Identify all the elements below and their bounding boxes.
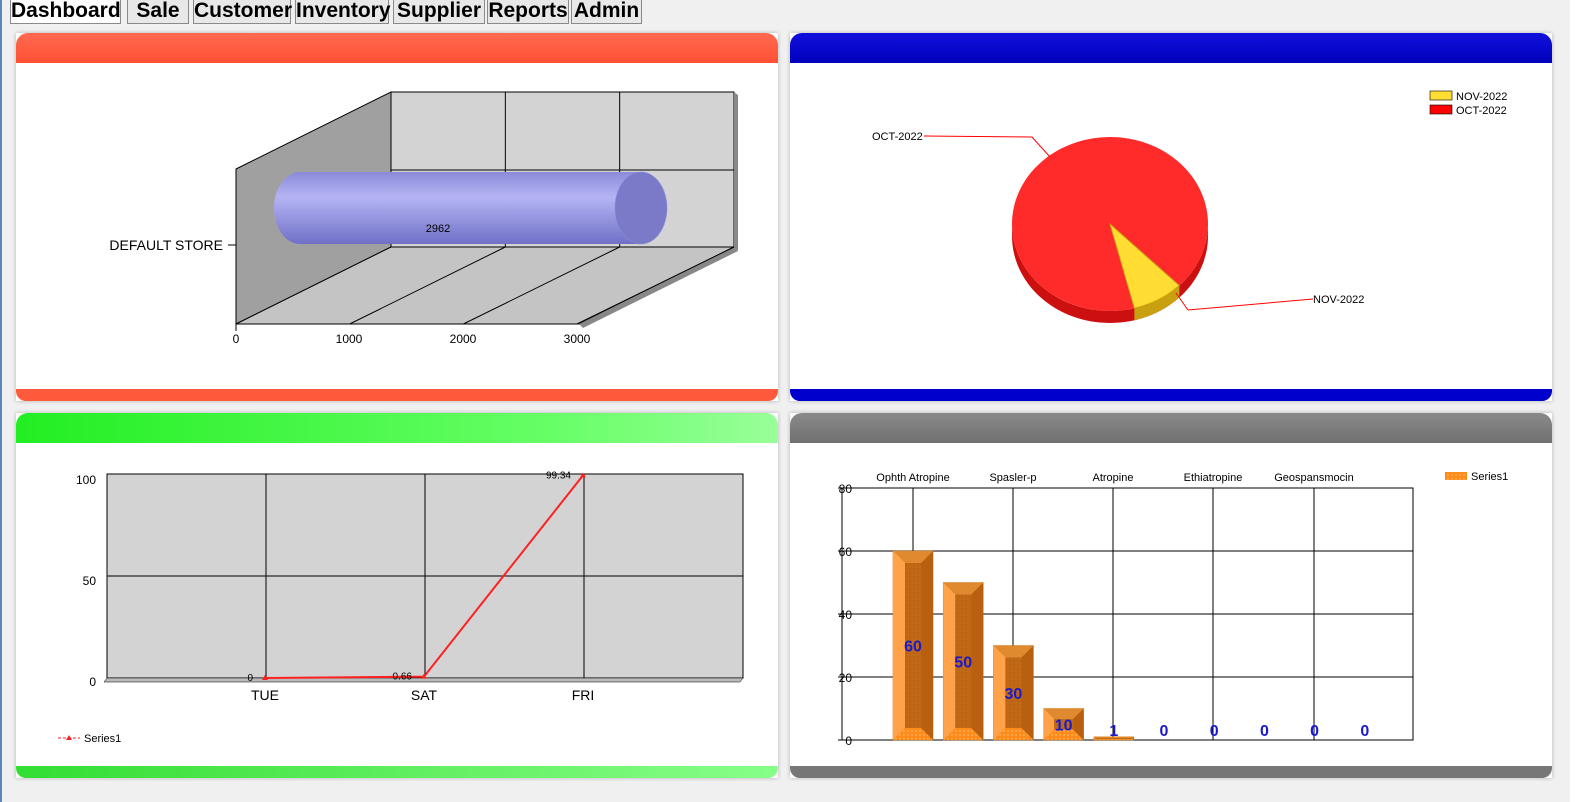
legend-label: NOV-2022 [1456,91,1507,103]
x-tick-label: TUE [251,687,279,703]
legend-label: Series1 [84,733,121,745]
bar-bevel-right [921,551,933,740]
y-tick-label: 20 [839,671,853,685]
tab-customer[interactable]: Customer [193,0,292,24]
tab-reports[interactable]: Reports [487,0,569,24]
slice-label: OCT-2022 [872,131,923,143]
legend-swatch [1429,90,1453,101]
monthly-sales-panel: NOV-2022 OCT-2022 OCT-2022 NOV-2022 [790,33,1552,401]
y-tick-label: 80 [839,482,853,496]
legend-swatch [1445,472,1467,480]
y-tick-label: 0 [89,675,96,689]
data-label: 0 [1210,723,1219,740]
legend-label: OCT-2022 [1456,105,1507,117]
top-products-panel: 60 50 30 10 1 0 0 0 0 0 80 60 40 20 0 Ophth Atrop… [790,413,1552,778]
data-label: 10 [1055,717,1073,734]
slice-callout-line [923,135,1051,158]
data-label: 0 [1160,723,1169,740]
y-tick-label: 0 [845,734,852,748]
data-label: 50 [954,654,972,671]
tab-sale[interactable]: Sale [127,0,189,24]
data-label: 1 [1109,723,1118,740]
top-products-bar-chart: 60503010 1 0 0 0 0 0 80 60 40 20 0 Ophth Atrop… [838,471,1508,748]
category-label: DEFAULT STORE [109,237,223,253]
tab-inventory[interactable]: Inventory [295,0,391,24]
x-tick-label: 3000 [564,332,591,346]
x-tick-label: 2000 [450,332,477,346]
data-label: 0 [247,673,253,684]
y-tick-label: 100 [76,473,96,487]
data-label: 0 [1260,723,1269,740]
store-stock-chart: DEFAULT STORE 2962 0 1000 2000 3000 [109,91,738,346]
x-tick-label: FRI [572,687,595,703]
weekday-sales-line-chart: 0 0.66 99.34 100 50 0 TUE SAT FRI Series1 [58,470,744,745]
category-label: Atropine [1093,472,1134,484]
legend-label: Series1 [1471,471,1508,483]
y-tick-label: 60 [839,545,853,559]
legend-marker [66,735,72,740]
data-label: 2962 [426,223,450,235]
tab-supplier[interactable]: Supplier [393,0,485,24]
data-label: 0 [1310,723,1319,740]
monthly-sales-pie-chart: NOV-2022 OCT-2022 OCT-2022 NOV-2022 [872,90,1507,323]
data-label: 0.66 [393,672,413,683]
tab-dashboard[interactable]: Dashboard [10,0,121,24]
slice-callout-line [1175,292,1314,311]
y-tick-label: 50 [83,574,97,588]
tab-admin[interactable]: Admin [571,0,642,24]
y-tick-label: 40 [839,608,853,622]
slice-label: NOV-2022 [1313,294,1364,306]
x-tick-label: 1000 [336,332,363,346]
category-label: Spasler-p [989,472,1036,484]
data-label: 99.34 [546,470,571,481]
window-edge-right [1570,0,1593,802]
bar-bevel-right [1021,645,1034,740]
legend-swatch [1429,104,1453,115]
store-stock-panel: DEFAULT STORE 2962 0 1000 2000 3000 [16,33,778,401]
window-edge-left [0,0,2,802]
bar [274,172,667,244]
wall-shadow [734,92,738,251]
x-tick-label: SAT [411,687,438,703]
category-label: Ethiatropine [1184,472,1243,484]
x-tick-label: 0 [233,332,240,346]
weekday-sales-panel: 0 0.66 99.34 100 50 0 TUE SAT FRI Series1 [16,413,778,778]
bar-bevel-right [971,582,984,740]
data-label: 60 [904,639,922,656]
category-label: Geospansmocin [1274,472,1354,484]
data-label: 0 [1360,723,1369,740]
data-label: 30 [1005,686,1023,703]
category-label: Ophth Atropine [876,472,949,484]
bar-end-cap [614,171,668,245]
